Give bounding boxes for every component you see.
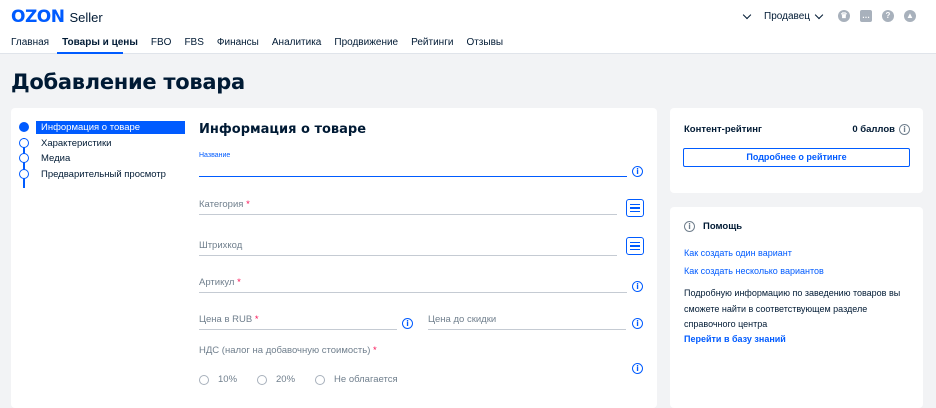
nds-option-label[interactable]: 20% (276, 374, 295, 385)
old-price-label: Цена до скидки (428, 314, 497, 325)
logo-seller: Seller (69, 10, 103, 25)
step-item-preview[interactable]: Предварительный просмотр (19, 167, 185, 183)
main-nav: Главная Товары и цены FBO FBS Финансы Ан… (11, 37, 516, 48)
nav-item-products[interactable]: Товары и цены (62, 37, 138, 48)
help-icon[interactable]: ? (882, 10, 894, 22)
nav-item-fbs[interactable]: FBS (184, 37, 203, 48)
name-field-label: Название (199, 152, 231, 159)
article-label: Артикул * (199, 277, 241, 288)
active-tab-indicator (57, 52, 123, 54)
price-field[interactable]: Цена в RUB * (199, 311, 397, 330)
step-dot (19, 168, 29, 179)
article-field[interactable]: Артикул * (199, 274, 627, 293)
nav-item-promotion[interactable]: Продвижение (334, 37, 398, 48)
nds-option-label[interactable]: Не облагается (334, 374, 398, 385)
role-chevron-down-icon[interactable] (814, 10, 824, 19)
category-label: Категория * (199, 199, 250, 210)
required-mark: * (373, 345, 377, 356)
step-navigation: Информация о товаре Характеристики Медиа… (19, 120, 185, 188)
nds-radio-20[interactable] (257, 374, 268, 385)
help-link-multiple-variants[interactable]: Как создать несколько вариантов (684, 266, 824, 276)
step-label: Информация о товаре (36, 121, 185, 135)
nds-info-icon[interactable]: i (632, 363, 643, 374)
nav-item-analytics[interactable]: Аналитика (272, 37, 322, 48)
nds-option-label[interactable]: 10% (218, 374, 237, 385)
nav-item-ratings[interactable]: Рейтинги (411, 37, 453, 48)
nds-radio-group: 10% 20% Не облагается (199, 374, 418, 385)
step-label: Медиа (41, 153, 71, 165)
article-info-icon[interactable]: i (632, 281, 643, 292)
nav-item-finance[interactable]: Финансы (217, 37, 259, 48)
nds-label-text: НДС (налог на добавочную стоимость) (199, 345, 371, 356)
page-title: Добавление товара (11, 70, 245, 94)
logo-ozon: OZON (11, 7, 65, 27)
role-selector[interactable]: Продавец (764, 11, 810, 22)
rating-score: 0 баллов (852, 124, 895, 135)
form-title: Информация о товаре (199, 122, 367, 137)
step-item-characteristics[interactable]: Характеристики (19, 136, 185, 152)
nds-radio-10[interactable] (199, 374, 209, 385)
nds-radio-none[interactable] (315, 374, 326, 385)
barcode-field[interactable]: Штрихкод (199, 237, 617, 256)
step-dot-active (19, 122, 29, 132)
price-label-text: Цена в RUB (199, 314, 253, 325)
graduation-cap-icon[interactable]: ▲ (904, 10, 916, 22)
category-field[interactable]: Категория * (199, 196, 617, 215)
required-mark: * (254, 314, 259, 325)
step-label: Предварительный просмотр (41, 168, 166, 180)
category-list-icon[interactable] (626, 199, 644, 217)
content-rating-card: Контент-рейтинг 0 баллов i Подробнее о р… (670, 108, 923, 193)
step-item-info[interactable]: Информация о товаре (19, 120, 185, 136)
category-label-text: Категория (199, 199, 244, 210)
help-title: Помощь (703, 221, 743, 232)
step-label: Характеристики (41, 137, 112, 149)
help-link-single-variant[interactable]: Как создать один вариант (684, 248, 792, 258)
rating-info-icon[interactable]: i (899, 124, 910, 135)
nav-item-main[interactable]: Главная (11, 37, 49, 48)
knowledge-base-link[interactable]: Перейти в базу знаний (684, 334, 786, 344)
name-info-icon[interactable]: i (632, 166, 643, 177)
nav-item-fbo[interactable]: FBO (151, 37, 172, 48)
name-field[interactable]: Название (199, 152, 627, 177)
chevron-down-icon[interactable] (742, 10, 752, 19)
old-price-field[interactable]: Цена до скидки (428, 311, 626, 330)
price-label: Цена в RUB * (199, 314, 259, 325)
nds-label: НДС (налог на добавочную стоимость) * (199, 345, 377, 356)
step-dot (19, 153, 29, 163)
help-card: i Помощь Как создать один вариант Как со… (670, 207, 923, 408)
required-mark: * (237, 277, 241, 288)
step-dot (19, 137, 29, 148)
step-item-media[interactable]: Медиа (19, 151, 185, 167)
barcode-list-icon[interactable] (626, 237, 644, 255)
ozon-seller-logo[interactable]: OZON Seller (11, 7, 103, 27)
price-info-icon[interactable]: i (402, 318, 413, 329)
rating-title: Контент-рейтинг (684, 124, 762, 135)
required-mark: * (246, 199, 250, 210)
help-text: Подробную информацию по заведению товаро… (684, 288, 901, 329)
nav-item-reviews[interactable]: Отзывы (466, 37, 503, 48)
top-bar: OZON Seller Продавец ♛ … ? ▲ Главная Тов… (0, 0, 936, 54)
help-info-icon: i (684, 221, 695, 232)
old-price-info-icon[interactable]: i (632, 318, 643, 329)
product-form-card: Информация о товаре Характеристики Медиа… (11, 108, 657, 408)
article-label-text: Артикул (199, 277, 235, 288)
barcode-label: Штрихкод (199, 240, 243, 251)
chat-icon[interactable]: … (860, 10, 872, 22)
rating-details-button[interactable]: Подробнее о рейтинге (683, 148, 910, 167)
crown-icon[interactable]: ♛ (838, 10, 850, 22)
top-right-controls: Продавец ♛ … ? ▲ (742, 8, 916, 24)
